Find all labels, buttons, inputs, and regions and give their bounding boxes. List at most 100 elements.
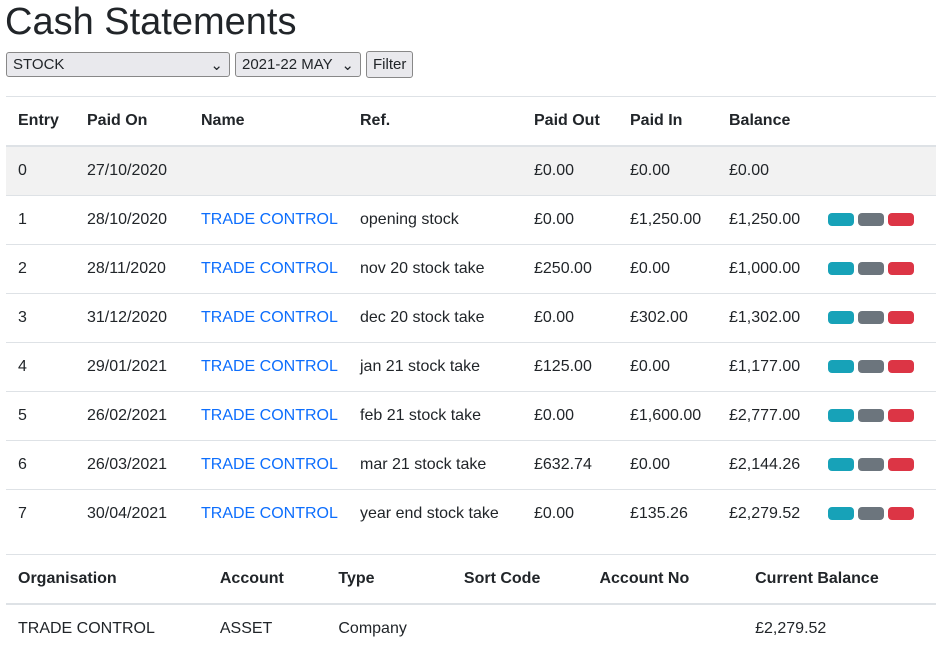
- cell: £0.00: [618, 244, 717, 294]
- cell[interactable]: TRADE CONTROL: [189, 391, 348, 441]
- cell: £0.00: [522, 195, 618, 245]
- delete-button[interactable]: [888, 360, 914, 374]
- period-select-value: 2021-22 MAY: [242, 56, 333, 73]
- cell: year end stock take: [348, 489, 522, 538]
- cell: £0.00: [717, 145, 816, 196]
- table-row: 7 30/04/2021 TRADE CONTROL year end stock t…: [6, 489, 936, 538]
- cell: 1: [6, 195, 75, 245]
- cell: £1,600.00: [618, 391, 717, 441]
- column-header: Balance: [717, 96, 816, 147]
- delete-button[interactable]: [888, 507, 914, 521]
- period-select[interactable]: 2021-22 MAY ⌄: [235, 52, 361, 77]
- column-header: Paid On: [75, 96, 189, 147]
- cell: [451, 603, 588, 653]
- cell[interactable]: TRADE CONTROL: [189, 195, 348, 245]
- account-select-value: STOCK: [13, 56, 65, 73]
- row-actions: [816, 440, 936, 490]
- cell: 5: [6, 391, 75, 441]
- column-header: Account: [207, 554, 327, 605]
- table-row: 5 26/02/2021 TRADE CONTROL feb 21 stock tak…: [6, 391, 936, 441]
- view-button[interactable]: [828, 507, 854, 521]
- table-row: 6 26/03/2021 TRADE CONTROL mar 21 stock tak…: [6, 440, 936, 490]
- cell: £2,279.52: [717, 489, 816, 538]
- cell: £2,777.00: [717, 391, 816, 441]
- cell: TRADE CONTROL: [6, 603, 208, 653]
- cell: £2,279.52: [743, 603, 936, 653]
- cell: 4: [6, 342, 75, 392]
- organisation-link[interactable]: TRADE CONTROL: [201, 358, 338, 375]
- edit-button[interactable]: [858, 360, 884, 374]
- cell: £0.00: [618, 440, 717, 490]
- cell: [189, 145, 348, 196]
- cell: £0.00: [522, 293, 618, 343]
- edit-button[interactable]: [858, 507, 884, 521]
- edit-button[interactable]: [858, 262, 884, 276]
- view-button[interactable]: [828, 409, 854, 423]
- column-header: Name: [189, 96, 348, 147]
- cell[interactable]: TRADE CONTROL: [189, 342, 348, 392]
- view-button[interactable]: [828, 360, 854, 374]
- row-actions: [816, 489, 936, 538]
- chevron-down-icon: ⌄: [341, 56, 354, 74]
- cell: nov 20 stock take: [348, 244, 522, 294]
- cell: 26/03/2021: [75, 440, 189, 490]
- cell: £125.00: [522, 342, 618, 392]
- organisation-link[interactable]: TRADE CONTROL: [201, 456, 338, 473]
- edit-button[interactable]: [858, 458, 884, 472]
- row-actions: [816, 391, 936, 441]
- cell: 6: [6, 440, 75, 490]
- filter-button[interactable]: Filter: [366, 51, 414, 78]
- cell[interactable]: TRADE CONTROL: [189, 244, 348, 294]
- organisation-link[interactable]: TRADE CONTROL: [201, 211, 338, 228]
- view-button[interactable]: [828, 311, 854, 325]
- column-header: Organisation: [6, 554, 208, 605]
- cell[interactable]: TRADE CONTROL: [189, 440, 348, 490]
- cell: 3: [6, 293, 75, 343]
- delete-button[interactable]: [888, 409, 914, 423]
- delete-button[interactable]: [888, 262, 914, 276]
- view-button[interactable]: [828, 262, 854, 276]
- cell: opening stock: [348, 195, 522, 245]
- cell: [587, 603, 744, 653]
- cell: £1,250.00: [717, 195, 816, 245]
- delete-button[interactable]: [888, 213, 914, 227]
- cell: £0.00: [618, 145, 717, 196]
- row-actions: [816, 195, 936, 245]
- view-button[interactable]: [828, 213, 854, 227]
- cell: £0.00: [522, 391, 618, 441]
- cell: £135.26: [618, 489, 717, 538]
- organisation-link[interactable]: TRADE CONTROL: [201, 407, 338, 424]
- column-header: Type: [326, 554, 452, 605]
- delete-button[interactable]: [888, 458, 914, 472]
- table-row: 3 31/12/2020 TRADE CONTROL dec 20 stock tak…: [6, 293, 936, 343]
- table-row: 2 28/11/2020 TRADE CONTROL nov 20 stock tak…: [6, 244, 936, 294]
- organisation-link[interactable]: TRADE CONTROL: [201, 505, 338, 522]
- cell: £1,177.00: [717, 342, 816, 392]
- organisation-link[interactable]: TRADE CONTROL: [201, 260, 338, 277]
- organisation-link[interactable]: TRADE CONTROL: [201, 309, 338, 326]
- column-header: Paid Out: [522, 96, 618, 147]
- cell: £2,144.26: [717, 440, 816, 490]
- edit-button[interactable]: [858, 311, 884, 325]
- cell[interactable]: TRADE CONTROL: [189, 489, 348, 538]
- edit-button[interactable]: [858, 409, 884, 423]
- cell: £1,302.00: [717, 293, 816, 343]
- cell: 7: [6, 489, 75, 538]
- cell[interactable]: TRADE CONTROL: [189, 293, 348, 343]
- cell: £632.74: [522, 440, 618, 490]
- cell: £250.00: [522, 244, 618, 294]
- account-select[interactable]: STOCK ⌄: [6, 52, 230, 77]
- delete-button[interactable]: [888, 311, 914, 325]
- view-button[interactable]: [828, 458, 854, 472]
- cell: £0.00: [618, 342, 717, 392]
- table-row: 0 27/10/2020 £0.00 £0.00 £0.00: [6, 145, 936, 196]
- cell: [348, 145, 522, 196]
- column-header: Paid In: [618, 96, 717, 147]
- statement-table: Entry Paid On Name Ref. Paid Out Paid In Balan…: [6, 96, 936, 538]
- edit-button[interactable]: [858, 213, 884, 227]
- cell: 26/02/2021: [75, 391, 189, 441]
- cell: mar 21 stock take: [348, 440, 522, 490]
- row-actions: [816, 342, 936, 392]
- page-title: Cash Statements: [5, 1, 297, 43]
- cell: £1,000.00: [717, 244, 816, 294]
